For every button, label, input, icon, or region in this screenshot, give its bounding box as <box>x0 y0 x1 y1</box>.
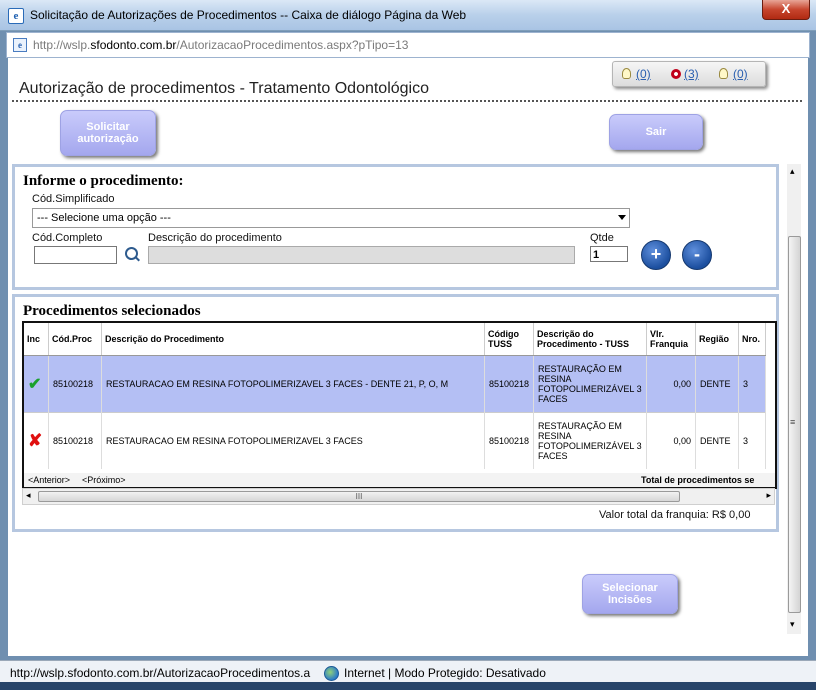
taskbar-strip <box>0 682 816 690</box>
sair-button[interactable]: Sair <box>609 114 703 150</box>
column-header: Região <box>695 323 740 356</box>
column-header: Cód.Proc <box>48 323 102 356</box>
selecionar-incisoes-button[interactable]: Selecionar Incisões <box>582 574 678 614</box>
include-cell[interactable]: ✘ <box>24 412 49 469</box>
table-row[interactable]: ✘ 85100218 RESTAURACAO EM RESINA FOTOPOL… <box>24 412 767 469</box>
vertical-scroll-thumb[interactable]: ≡ <box>788 236 801 613</box>
column-header: Descrição do Procedimento <box>101 323 485 356</box>
security-zone: Internet | Modo Protegido: Desativado <box>344 666 546 680</box>
column-header: Vlr. Franquia <box>646 323 697 356</box>
pager-prev-link[interactable]: <Anterior> <box>28 475 70 485</box>
vertical-scrollbar[interactable]: ▴ ≡ ▾ <box>787 164 801 634</box>
check-icon[interactable]: ✔ <box>28 376 41 393</box>
descricao-cell: RESTAURACAO EM RESINA FOTOPOLIMERIZAVEL … <box>101 355 485 413</box>
status-bar: http://wslp.sfodonto.com.br/AutorizacaoP… <box>0 660 816 683</box>
franquia-cell: 0,00 <box>646 412 697 469</box>
remove-button[interactable]: - <box>682 240 712 270</box>
table-header-row: Inc Cód.Proc Descrição do Procedimento C… <box>24 323 767 356</box>
descricao-input <box>148 246 575 264</box>
notification-link-1[interactable]: (0) <box>622 67 651 81</box>
selected-procedures-panel: Procedimentos selecionados Inc Cód.Proc … <box>12 294 779 532</box>
horizontal-scrollbar[interactable]: ◂ III ▸ <box>22 488 775 505</box>
title-divider <box>12 100 802 102</box>
nro-cell: 3 <box>738 355 767 413</box>
procedures-grid: Inc Cód.Proc Descrição do Procedimento C… <box>22 321 777 489</box>
column-header: Inc <box>24 323 49 356</box>
descricao-tuss-cell: RESTAURAÇÃO EM RESINA FOTOPOLIMERIZÁVEL … <box>533 412 648 469</box>
include-cell[interactable]: ✔ <box>24 355 49 413</box>
close-button[interactable]: X <box>762 0 810 20</box>
window-title: Solicitação de Autorizações de Procedime… <box>30 8 467 22</box>
notification-link-2[interactable]: (3) <box>671 67 699 81</box>
remove-x-icon[interactable]: ✘ <box>28 431 42 450</box>
qtde-label: Qtde <box>590 232 614 244</box>
title-bar: e Solicitação de Autorizações de Procedi… <box>0 0 816 31</box>
valor-total-franquia: Valor total da franquia: R$ 0,00 <box>599 509 751 521</box>
chevron-down-icon <box>618 215 626 220</box>
selected-procedures-heading: Procedimentos selecionados <box>23 303 201 319</box>
address-bar[interactable]: e http://wslp.sfodonto.com.br/Autorizaca… <box>6 32 810 58</box>
scroll-left-arrow-icon[interactable]: ◂ <box>26 490 31 501</box>
descricao-tuss-cell: RESTAURAÇÃO EM RESINA FOTOPOLIMERIZÁVEL … <box>533 355 648 413</box>
search-icon-handle <box>135 256 140 262</box>
procedure-form-panel: Informe o procedimento: Cód.Simplificado… <box>12 164 779 290</box>
pager-next-link[interactable]: <Próximo> <box>82 475 126 485</box>
ie-page-icon: e <box>8 8 24 24</box>
address-domain: sfodonto.com.br <box>90 38 177 52</box>
select-value: --- Selecione uma opção --- <box>37 212 171 224</box>
column-header: Código TUSS <box>484 323 535 356</box>
regiao-cell: DENTE <box>695 355 740 413</box>
globe-icon <box>324 666 339 681</box>
horizontal-scroll-thumb[interactable]: III <box>38 491 680 502</box>
procedures-table: Inc Cód.Proc Descrição do Procedimento C… <box>24 323 767 469</box>
tuss-cell: 85100218 <box>484 355 535 413</box>
cod-simplificado-select[interactable]: --- Selecione uma opção --- <box>32 208 630 228</box>
solicitar-autorizacao-button[interactable]: Solicitar autorização <box>60 110 156 156</box>
notifications-box: (0) (3) (0) <box>612 61 766 87</box>
tuss-cell: 85100218 <box>484 412 535 469</box>
cod-completo-label: Cód.Completo <box>32 232 103 244</box>
page-title: Autorização de procedimentos - Tratament… <box>19 80 430 97</box>
total-procedures-label: Total de procedimentos se <box>641 475 755 485</box>
franquia-cell: 0,00 <box>646 355 697 413</box>
alert-star-icon <box>671 69 681 79</box>
cod-proc-cell: 85100218 <box>48 355 102 413</box>
cod-completo-input[interactable] <box>34 246 117 264</box>
descricao-cell: RESTAURACAO EM RESINA FOTOPOLIMERIZAVEL … <box>101 412 485 469</box>
dialog-content: Autorização de procedimentos - Tratament… <box>8 58 808 656</box>
notification-link-3[interactable]: (0) <box>719 67 748 81</box>
add-button[interactable]: + <box>641 240 671 270</box>
qtde-input[interactable]: 1 <box>590 246 628 262</box>
scroll-down-arrow-icon[interactable]: ▾ <box>790 619 795 630</box>
cod-proc-cell: 85100218 <box>48 412 102 469</box>
nro-cell: 3 <box>738 412 767 469</box>
scroll-right-arrow-icon[interactable]: ▸ <box>766 490 771 501</box>
bulb-icon <box>622 68 631 79</box>
status-url: http://wslp.sfodonto.com.br/AutorizacaoP… <box>10 666 311 680</box>
cod-simplificado-label: Cód.Simplificado <box>32 193 115 205</box>
procedure-form-heading: Informe o procedimento: <box>23 173 184 189</box>
grid-pager: <Anterior> <Próximo> Total de procedimen… <box>24 473 775 487</box>
page-icon: e <box>13 38 27 52</box>
regiao-cell: DENTE <box>695 412 740 469</box>
table-row[interactable]: ✔ 85100218 RESTAURACAO EM RESINA FOTOPOL… <box>24 355 767 413</box>
bulb-icon <box>719 68 728 79</box>
scroll-up-arrow-icon[interactable]: ▴ <box>790 166 795 177</box>
column-header: Nro. <box>738 323 767 356</box>
descricao-label: Descrição do procedimento <box>148 232 282 244</box>
column-header: Descrição do Procedimento - TUSS <box>533 323 648 356</box>
address-url: http://wslp.sfodonto.com.br/AutorizacaoP… <box>33 38 409 52</box>
